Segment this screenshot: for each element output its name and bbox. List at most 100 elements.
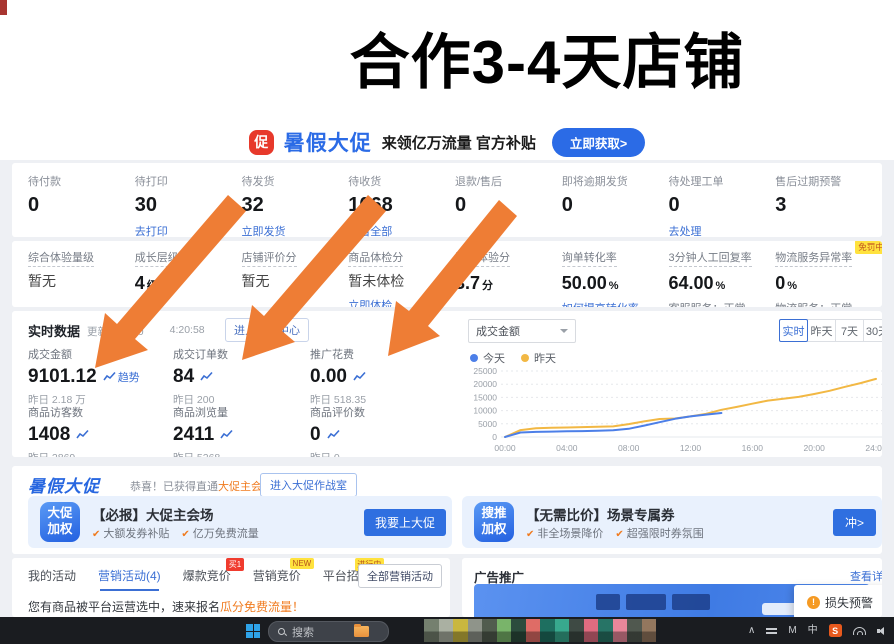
war-room-button[interactable]: 进入大促作战室 — [260, 473, 357, 497]
ship-now-link[interactable]: 立即发货 — [242, 223, 286, 237]
view-details-link[interactable]: 查看详情 — [850, 568, 882, 584]
new-badge: NEW — [290, 558, 314, 569]
metric-pending-payment: 待付款 0 — [28, 163, 135, 237]
search-boost-badge: 搜推 加权 — [474, 502, 514, 542]
main-venue-card: 大促 加权 【必报】大促主会场 ✔大额发券补贴 ✔亿万免费流量 我要上大促 — [28, 496, 452, 548]
range-tab-30d[interactable]: 30天 — [863, 319, 882, 342]
trend-link[interactable]: 趋势 — [103, 369, 140, 385]
activities-card: 我的活动 营销活动(4) 爆款竞价买1 营销竞价NEW 平台招标进行中 全部营销… — [12, 558, 450, 617]
go-print-link[interactable]: 去打印 — [135, 223, 168, 237]
corner-mark — [0, 0, 7, 15]
data-center-button[interactable]: 进入数据中心 — [225, 318, 309, 342]
censored-app-icon[interactable] — [468, 619, 483, 642]
censored-app-icon[interactable] — [526, 619, 541, 642]
taskbar-search[interactable]: 搜索 — [268, 621, 389, 642]
censored-app-icon[interactable] — [439, 619, 454, 642]
trend-link[interactable] — [353, 371, 366, 382]
all-activities-button[interactable]: 全部营销活动 — [358, 564, 442, 588]
loss-warning-popup[interactable]: ! 损失预警 — [794, 585, 882, 617]
tray-lang-icon[interactable]: M — [788, 626, 796, 636]
censored-app-icon[interactable] — [424, 619, 439, 642]
censored-app-icon[interactable] — [540, 619, 555, 642]
volume-icon[interactable] — [877, 626, 887, 635]
svg-text:25000: 25000 — [473, 366, 497, 376]
trend-link[interactable] — [220, 429, 233, 440]
sogou-input-icon[interactable]: S — [829, 624, 842, 637]
metric-overdue-ship: 即将逾期发货 0 — [562, 163, 669, 237]
range-tab-realtime[interactable]: 实时 — [779, 319, 808, 342]
range-tab-7d[interactable]: 7天 — [835, 319, 864, 342]
shop-score-card: 综合体验量级 暂无 成长层级 4级 店铺评价分 暂无 商品体检分 暂未体检 立即… — [12, 241, 882, 307]
svg-text:10000: 10000 — [473, 406, 497, 416]
rt-metric-visitors: 商品访客数 1408 昨日 2869 — [28, 404, 158, 457]
pinned-apps-censored[interactable] — [424, 619, 656, 642]
censored-app-icon[interactable] — [453, 619, 468, 642]
censored-app-icon[interactable] — [642, 619, 657, 642]
censored-app-icon[interactable] — [497, 619, 512, 642]
tab-marketing-bidding[interactable]: 营销竞价NEW — [253, 567, 301, 584]
chevron-down-icon — [560, 329, 568, 333]
tray-chevron-icon[interactable]: ∧ — [748, 626, 755, 636]
join-sale-button[interactable]: 我要上大促 — [364, 509, 446, 536]
censored-app-icon[interactable] — [598, 619, 613, 642]
metric-work-orders: 待处理工单 0 去处理 — [669, 163, 776, 237]
checkup-now-link[interactable]: 立即体检 — [348, 297, 392, 307]
start-button[interactable] — [246, 624, 260, 638]
metric-to-ship: 待发货 32 立即发货 — [242, 163, 349, 237]
view-all-link[interactable]: 查看全部 — [348, 223, 392, 237]
banner-text-blob — [596, 594, 620, 610]
tray-ime-icon[interactable]: 中 — [808, 626, 818, 636]
improve-conversion-link[interactable]: 如何提高转化率 — [562, 300, 639, 307]
range-tab-yesterday[interactable]: 昨天 — [807, 319, 836, 342]
tab-my-activities[interactable]: 我的活动 — [28, 567, 76, 584]
censored-app-icon[interactable] — [482, 619, 497, 642]
metric-inquiry-conversion: 询单转化率 50.00% 如何提高转化率 — [562, 241, 669, 307]
trend-link[interactable] — [76, 429, 89, 440]
chart-metric-dropdown[interactable]: 成交金额 — [468, 319, 576, 343]
censored-app-icon[interactable] — [511, 619, 526, 642]
handle-link[interactable]: 去处理 — [669, 223, 702, 237]
metric-growth-level: 成长层级 4级 — [135, 241, 242, 307]
hot-badge: 买1 — [226, 558, 243, 571]
censored-app-icon[interactable] — [627, 619, 642, 642]
censored-app-icon[interactable] — [584, 619, 599, 642]
rt-metric-reviews: 商品评价数 0 昨日 0 — [310, 404, 440, 457]
chart-range-tabs: 实时 昨天 7天 30天 — [780, 319, 882, 342]
windows-taskbar: 搜索 ∧ M 中 S — [0, 617, 894, 644]
scene-coupon-card: 搜推 加权 【无需比价】场景专属券 ✔非全场景降价 ✔超强限时券氛围 冲> — [462, 496, 882, 548]
censored-app-icon[interactable] — [569, 619, 584, 642]
svg-text:12:00: 12:00 — [680, 443, 702, 453]
go-button[interactable]: 冲> — [833, 509, 876, 536]
svg-text:00:00: 00:00 — [494, 443, 516, 453]
updated-time: 更新时间 20 4:20:58 — [87, 324, 205, 339]
metric-refund-aftersale: 退款/售后 0 — [455, 163, 562, 237]
trend-icon — [76, 429, 89, 440]
check-icon: ✔ — [92, 529, 100, 540]
claim-now-button[interactable]: 立即获取> — [552, 128, 645, 157]
rt-metric-orders: 成交订单数 84 昨日 200 — [173, 346, 303, 407]
gmv-line-chart: 050001000015000200002500000:0004:0008:00… — [452, 363, 882, 455]
metric-reply-rate: 3分钟人工回复率 64.00% 客服服务：正常 — [669, 241, 776, 307]
censored-app-icon[interactable] — [555, 619, 570, 642]
selection-notice: 您有商品被平台运营选中，速来报名瓜分免费流量！ — [28, 598, 304, 615]
svg-text:24:00: 24:00 — [865, 443, 882, 453]
promo-subtitle: 来领亿万流量 官方补贴 — [382, 132, 536, 153]
free-traffic-link[interactable]: 瓜分免费流量！ — [220, 600, 304, 614]
metric-service-score: 服务体验分 3.7分 — [455, 241, 562, 307]
metric-aftersale-warning: 售后过期预警 3 — [775, 163, 882, 237]
summer-sale-logo: 暑假大促 — [28, 472, 100, 497]
wifi-icon[interactable] — [853, 626, 866, 635]
svg-text:15000: 15000 — [473, 392, 497, 402]
alert-icon: ! — [807, 596, 820, 609]
trend-link[interactable] — [327, 429, 340, 440]
tab-marketing-activities[interactable]: 营销活动(4) — [98, 567, 161, 584]
censored-app-icon[interactable] — [613, 619, 628, 642]
system-tray: ∧ M 中 S — [748, 617, 894, 644]
trend-icon — [353, 371, 366, 382]
tray-settings-icon[interactable] — [766, 626, 777, 635]
svg-text:16:00: 16:00 — [742, 443, 764, 453]
banner-text-blob — [626, 594, 666, 610]
trend-link[interactable] — [200, 371, 213, 382]
file-explorer-icon[interactable] — [354, 626, 369, 637]
tab-hot-bidding[interactable]: 爆款竞价买1 — [183, 567, 231, 584]
